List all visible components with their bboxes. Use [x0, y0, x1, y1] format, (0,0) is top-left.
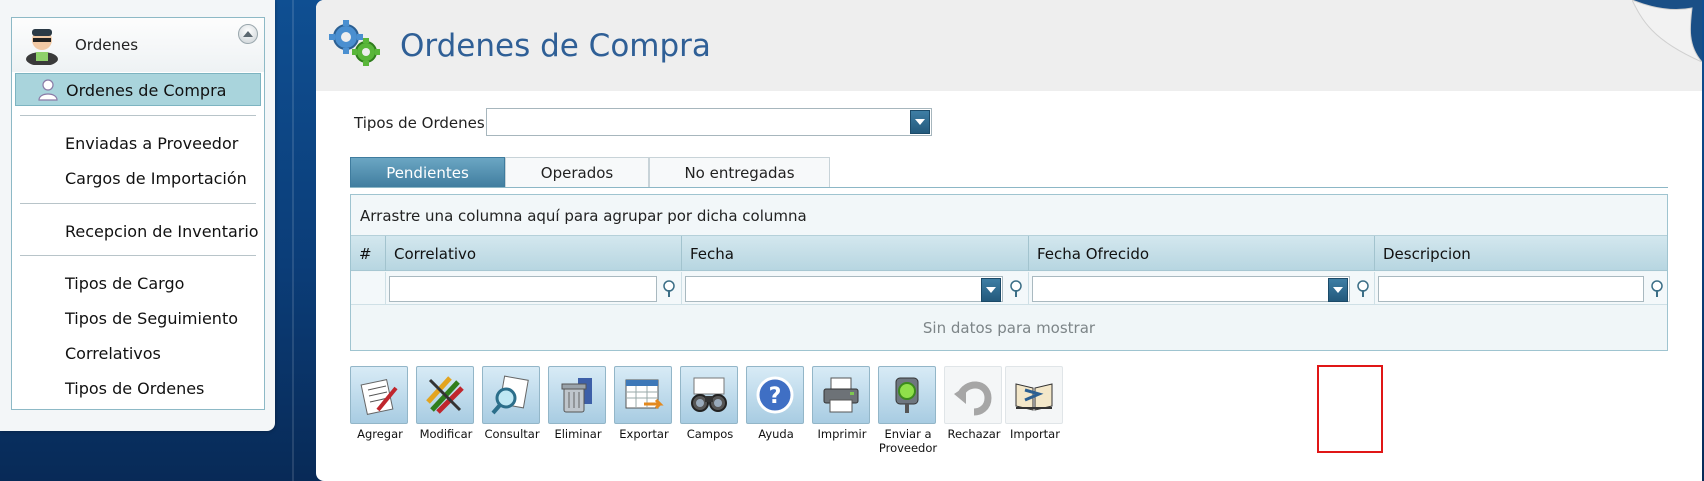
sidebar-item-tipos-de-seguimiento[interactable]: Tipos de Seguimiento: [65, 309, 238, 328]
filter-cell-index: [351, 272, 386, 305]
undo-arrow-icon: [944, 366, 1002, 424]
filter-icon[interactable]: [1008, 280, 1024, 298]
filter-icon[interactable]: [1355, 280, 1371, 298]
edit-document-icon: [350, 366, 408, 424]
main-panel: Ordenes de Compra Tipos de Ordenes Pendi…: [316, 0, 1702, 481]
enviar-a-proveedor-label: Enviar a Proveedor: [878, 427, 938, 455]
grid-filter-row: [351, 272, 1667, 305]
tab-pendientes[interactable]: Pendientes: [350, 157, 505, 188]
filter-cell-fecha: [682, 272, 1029, 305]
action-toolbar: Agregar Modificar Consultar Eliminar Exp…: [350, 366, 1150, 466]
collapse-icon[interactable]: [238, 24, 258, 44]
help-icon: ?: [746, 366, 804, 424]
page-header: Ordenes de Compra: [316, 0, 1702, 91]
sidebar-item-cargos-de-importacion[interactable]: Cargos de Importación: [65, 169, 247, 188]
sidebar-item-correlativos[interactable]: Correlativos: [65, 344, 161, 363]
sidebar-panel: Ordenes Ordenes de Compra Enviadas a Pro…: [11, 17, 265, 410]
tipos-de-ordenes-label: Tipos de Ordenes: [354, 114, 485, 132]
tab-bar: Pendientes Operados No entregadas: [350, 157, 830, 188]
column-header-index[interactable]: #: [351, 236, 386, 271]
ayuda-button[interactable]: ? Ayuda: [746, 366, 806, 441]
sidebar-header[interactable]: Ordenes: [12, 18, 264, 72]
page-curl-icon: [1632, 0, 1702, 62]
sidebar-divider: [20, 255, 256, 256]
imprimir-label: Imprimir: [817, 427, 867, 441]
rechazar-label: Rechazar: [947, 427, 1001, 441]
sidebar-item-tipos-de-ordenes[interactable]: Tipos de Ordenes: [65, 379, 204, 398]
sidebar-divider: [20, 203, 256, 204]
enviar-a-proveedor-button[interactable]: Enviar a Proveedor: [878, 366, 938, 455]
import-book-icon: [1005, 366, 1063, 424]
binoculars-icon: [680, 366, 738, 424]
gears-icon: [329, 20, 380, 66]
imprimir-button[interactable]: Imprimir: [812, 366, 872, 441]
chevron-down-icon[interactable]: [981, 278, 1001, 302]
empty-grid-message: Sin datos para mostrar: [922, 319, 1096, 337]
grid-header-row: # Correlativo Fecha Fecha Ofrecido Descr…: [351, 236, 1667, 271]
column-header-correlativo[interactable]: Correlativo: [386, 236, 682, 271]
tipos-de-ordenes-select[interactable]: [486, 108, 932, 136]
spreadsheet-export-icon: [614, 366, 672, 424]
pencils-icon: [416, 366, 474, 424]
sidebar-item-ordenes-de-compra[interactable]: Ordenes de Compra: [15, 73, 261, 106]
filter-cell-fecha-ofrecido: [1029, 272, 1375, 305]
magnifier-document-icon: [482, 366, 540, 424]
trash-can-icon: [548, 366, 606, 424]
sidebar: Ordenes Ordenes de Compra Enviadas a Pro…: [0, 0, 275, 431]
descripcion-filter-input[interactable]: [1378, 276, 1644, 302]
tab-no-entregadas[interactable]: No entregadas: [649, 157, 830, 188]
tab-underline: [350, 187, 1668, 188]
modificar-label: Modificar: [419, 427, 473, 441]
consultar-label: Consultar: [484, 427, 540, 441]
campos-button[interactable]: Campos: [680, 366, 740, 441]
agregar-label: Agregar: [357, 427, 403, 441]
fecha-filter-input[interactable]: [685, 276, 1003, 302]
agregar-button[interactable]: Agregar: [350, 366, 410, 441]
filter-icon[interactable]: [661, 280, 677, 298]
filter-cell-descripcion: [1375, 272, 1667, 305]
fecha-ofrecido-filter-input[interactable]: [1032, 276, 1350, 302]
ayuda-label: Ayuda: [758, 427, 794, 441]
exportar-label: Exportar: [619, 427, 669, 441]
importar-highlight-box: [1317, 365, 1383, 453]
sidebar-item-tipos-de-cargo[interactable]: Tipos de Cargo: [65, 274, 184, 293]
page-title: Ordenes de Compra: [400, 28, 711, 64]
background-stripe: [292, 0, 294, 481]
group-by-panel[interactable]: Arrastre una columna aquí para agrupar p…: [351, 195, 1667, 236]
rechazar-button[interactable]: Rechazar: [944, 366, 1004, 441]
svg-text:?: ?: [769, 384, 782, 409]
campos-label: Campos: [686, 427, 734, 441]
modificar-button[interactable]: Modificar: [416, 366, 476, 441]
correlativo-filter-input[interactable]: [389, 276, 657, 302]
sidebar-title: Ordenes: [75, 36, 139, 54]
consultar-button[interactable]: Consultar: [482, 366, 542, 441]
sidebar-item-recepcion-de-inventario[interactable]: Recepcion de Inventario: [65, 222, 259, 241]
eliminar-button[interactable]: Eliminar: [548, 366, 608, 441]
filter-cell-correlativo: [386, 272, 682, 305]
data-grid: Arrastre una columna aquí para agrupar p…: [350, 194, 1668, 351]
person-icon: [38, 79, 58, 101]
column-header-descripcion[interactable]: Descripcion: [1375, 236, 1667, 271]
sidebar-divider: [20, 115, 256, 116]
tab-operados[interactable]: Operados: [505, 157, 649, 188]
importar-label: Importar: [1010, 427, 1060, 441]
sidebar-item-label: Ordenes de Compra: [66, 81, 227, 100]
chevron-down-icon[interactable]: [910, 110, 930, 134]
column-header-fecha[interactable]: Fecha: [682, 236, 1029, 271]
importar-button[interactable]: Importar: [1005, 366, 1065, 441]
column-header-fecha-ofrecido[interactable]: Fecha Ofrecido: [1029, 236, 1375, 271]
exportar-button[interactable]: Exportar: [614, 366, 674, 441]
eliminar-label: Eliminar: [554, 427, 602, 441]
printer-icon: [812, 366, 870, 424]
filter-icon[interactable]: [1649, 280, 1665, 298]
chevron-down-icon[interactable]: [1328, 278, 1348, 302]
traffic-signal-icon: [878, 366, 936, 424]
sidebar-item-enviadas-a-proveedor[interactable]: Enviadas a Proveedor: [65, 134, 238, 153]
user-avatar-icon: [26, 29, 58, 65]
